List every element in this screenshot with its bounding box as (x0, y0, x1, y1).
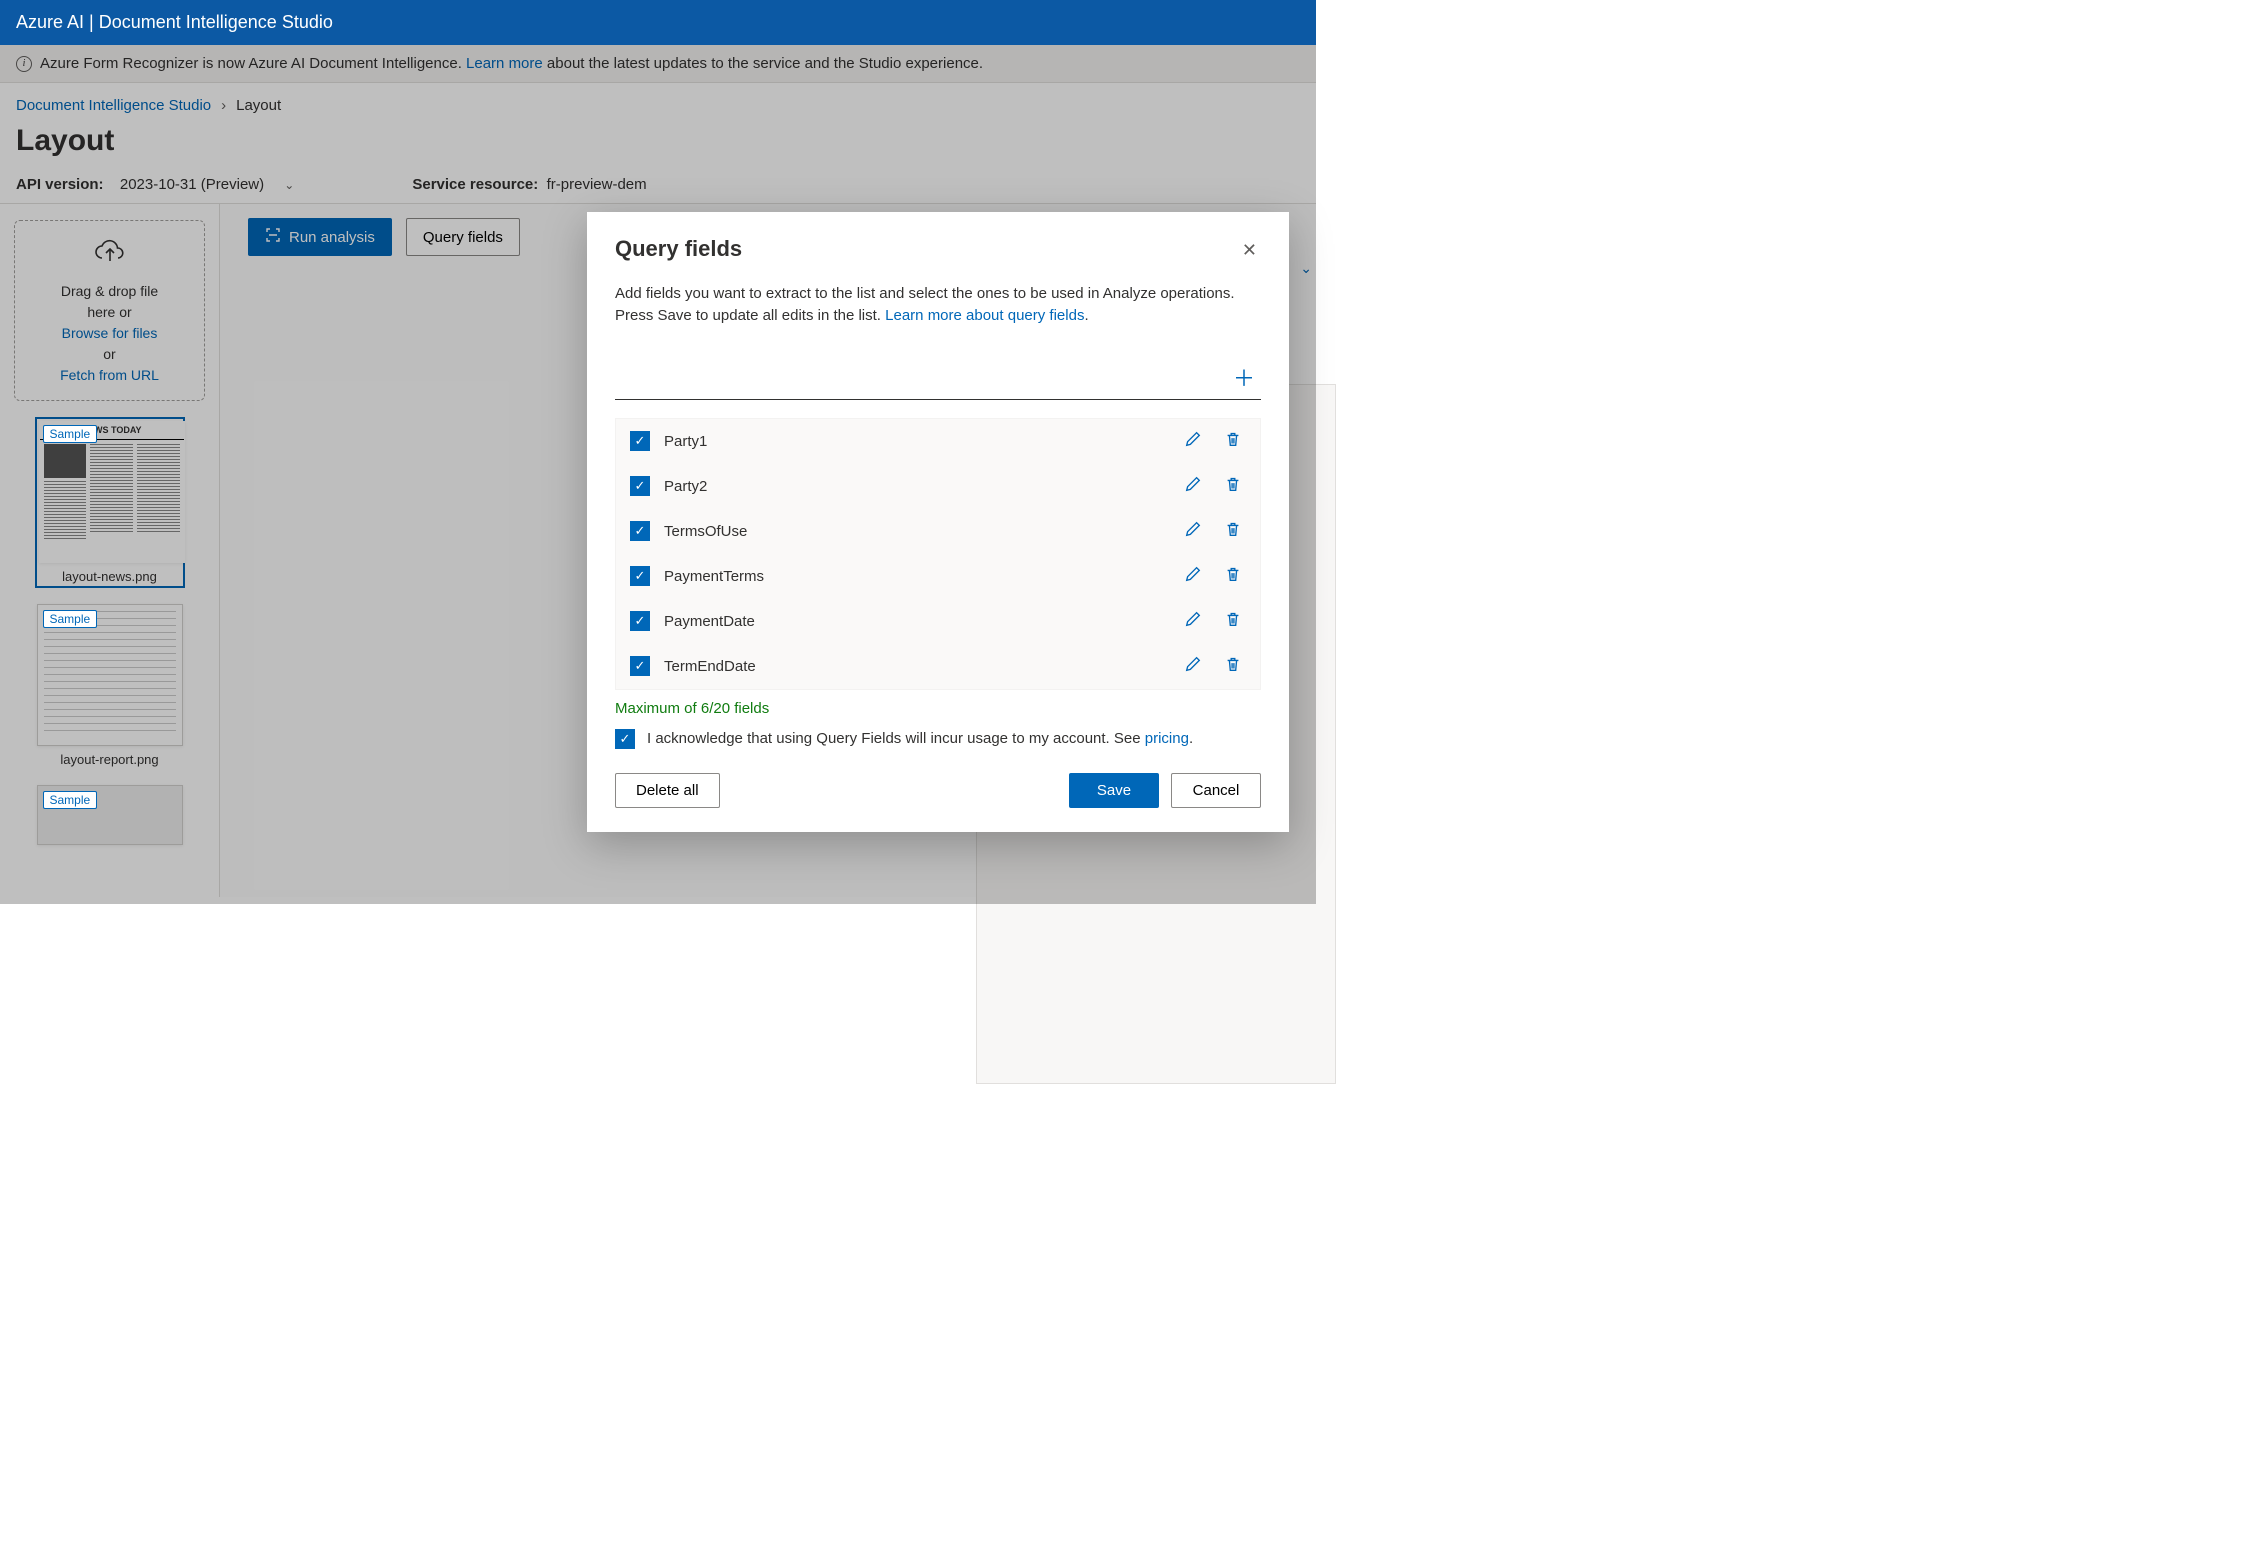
field-name-label: PaymentDate (664, 613, 1166, 630)
delete-icon[interactable] (1220, 520, 1246, 543)
acknowledge-checkbox[interactable]: ✓ (615, 729, 635, 749)
sample-badge: Sample (43, 610, 98, 628)
delete-icon[interactable] (1220, 430, 1246, 453)
app-header: Azure AI | Document Intelligence Studio (0, 0, 1316, 45)
field-row: ✓ PaymentTerms (616, 554, 1260, 599)
field-count-message: Maximum of 6/20 fields (615, 700, 1261, 717)
field-checkbox[interactable]: ✓ (630, 611, 650, 631)
field-name-label: Party2 (664, 478, 1166, 495)
app-brand: Azure AI | Document Intelligence Studio (16, 12, 333, 33)
sample-badge: Sample (43, 425, 98, 443)
add-field-button[interactable]: ＋ (1227, 361, 1261, 393)
field-name-label: TermsOfUse (664, 523, 1166, 540)
close-icon[interactable]: ✕ (1238, 236, 1261, 265)
field-row: ✓ Party1 (616, 419, 1260, 464)
dialog-title: Query fields (615, 236, 742, 262)
edit-icon[interactable] (1180, 565, 1206, 588)
delete-icon[interactable] (1220, 655, 1246, 678)
edit-icon[interactable] (1180, 475, 1206, 498)
field-checkbox[interactable]: ✓ (630, 431, 650, 451)
field-name-label: PaymentTerms (664, 568, 1166, 585)
edit-icon[interactable] (1180, 430, 1206, 453)
dialog-footer: Delete all Save Cancel (615, 773, 1261, 808)
edit-icon[interactable] (1180, 520, 1206, 543)
field-list: ✓ Party1 ✓ Party2 ✓ TermsOfUse ✓ PaymentTerms ✓ P… (615, 418, 1261, 690)
field-checkbox[interactable]: ✓ (630, 521, 650, 541)
cancel-button[interactable]: Cancel (1171, 773, 1261, 808)
save-button[interactable]: Save (1069, 773, 1159, 808)
field-checkbox[interactable]: ✓ (630, 656, 650, 676)
acknowledge-row: ✓ I acknowledge that using Query Fields … (615, 729, 1261, 749)
delete-icon[interactable] (1220, 475, 1246, 498)
dialog-description: Add fields you want to extract to the li… (615, 283, 1261, 327)
add-field-row: ＋ (615, 355, 1261, 400)
field-row: ✓ PaymentDate (616, 599, 1260, 644)
field-row: ✓ TermsOfUse (616, 509, 1260, 554)
edit-icon[interactable] (1180, 610, 1206, 633)
field-name-label: Party1 (664, 433, 1166, 450)
query-fields-dialog: Query fields ✕ Add fields you want to ex… (587, 212, 1289, 832)
add-field-input[interactable] (615, 364, 1227, 389)
delete-icon[interactable] (1220, 610, 1246, 633)
field-checkbox[interactable]: ✓ (630, 476, 650, 496)
pricing-link[interactable]: pricing (1145, 730, 1189, 747)
field-checkbox[interactable]: ✓ (630, 566, 650, 586)
field-row: ✓ Party2 (616, 464, 1260, 509)
delete-icon[interactable] (1220, 565, 1246, 588)
learn-more-query-fields-link[interactable]: Learn more about query fields (885, 307, 1084, 324)
field-name-label: TermEndDate (664, 658, 1166, 675)
field-row: ✓ TermEndDate (616, 644, 1260, 689)
delete-all-button[interactable]: Delete all (615, 773, 720, 808)
edit-icon[interactable] (1180, 655, 1206, 678)
sample-badge: Sample (43, 791, 98, 809)
